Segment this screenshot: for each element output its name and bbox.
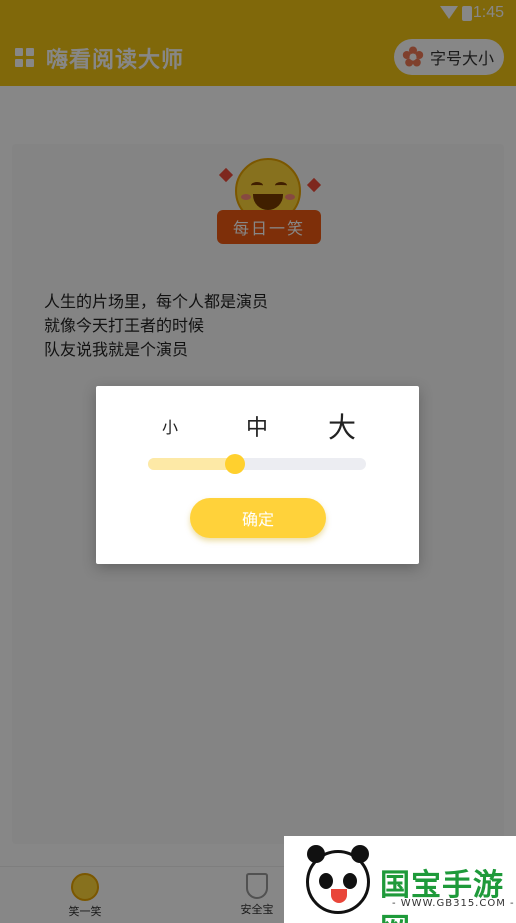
font-size-dialog: 小 中 大 确定 bbox=[96, 386, 419, 564]
panda-logo-icon bbox=[306, 845, 370, 914]
watermark-title: 国宝手游网 bbox=[380, 868, 504, 923]
confirm-button[interactable]: 确定 bbox=[190, 498, 326, 538]
site-watermark: 国宝手游网 - WWW.GB315.COM - bbox=[284, 836, 516, 923]
slider-fill bbox=[148, 458, 236, 470]
size-option-large[interactable]: 大 bbox=[328, 406, 356, 446]
size-option-small[interactable]: 小 bbox=[162, 414, 178, 438]
size-option-medium[interactable]: 中 bbox=[246, 410, 268, 442]
modal-scrim-top bbox=[0, 0, 516, 86]
watermark-url: - WWW.GB315.COM - bbox=[392, 898, 515, 909]
font-size-slider[interactable] bbox=[148, 458, 366, 470]
slider-thumb[interactable] bbox=[225, 454, 246, 474]
